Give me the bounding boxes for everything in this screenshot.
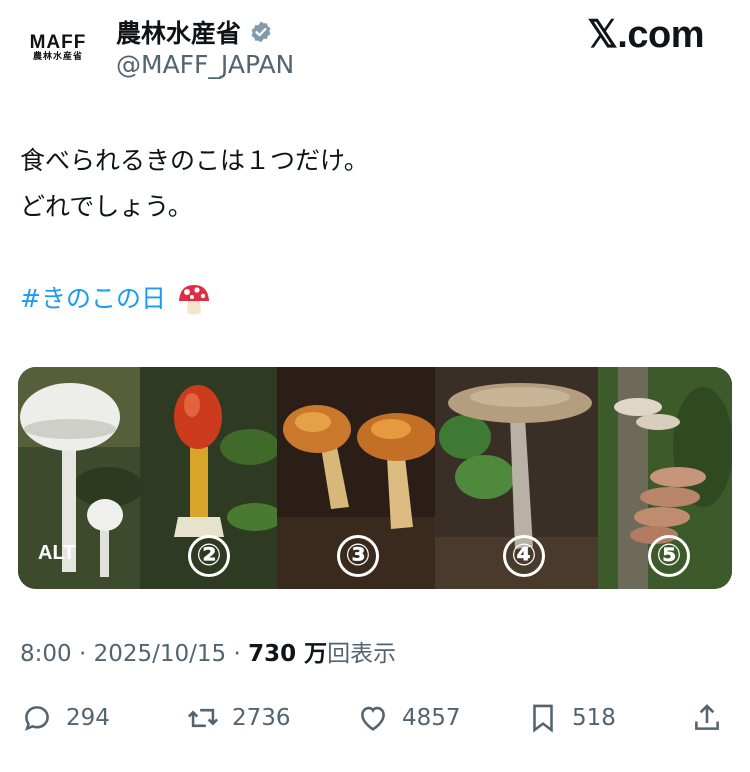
reply-count: 294 — [66, 705, 110, 731]
account-name-label: 農林水産省 — [116, 19, 242, 48]
media-panel-3[interactable]: ③ — [277, 367, 435, 589]
meta-separator: · — [78, 641, 87, 667]
white-mushroom-image — [18, 367, 140, 589]
post-text-line-2: どれでしょう。 — [20, 192, 193, 221]
panel-number-4: ④ — [503, 535, 545, 577]
views-unit: 万 — [304, 641, 328, 667]
media-panel-1[interactable]: ALT — [18, 367, 140, 589]
hashtag-label[interactable]: #きのこの日 — [20, 276, 166, 322]
post-meta: 8:00 · 2025/10/15 · 730 万回表示 — [20, 634, 396, 668]
share-icon — [695, 704, 719, 730]
media-panel-2[interactable]: ② — [140, 367, 277, 589]
post-time[interactable]: 8:00 — [20, 641, 72, 667]
post-media[interactable]: ALT ② ③ ④ ⑤ — [18, 367, 732, 589]
account-name[interactable]: 農林水産省 — [116, 14, 273, 50]
media-panel-4[interactable]: ④ — [435, 367, 598, 589]
like-count: 4857 — [402, 705, 461, 731]
account-handle[interactable]: @MAFF_JAPAN — [116, 50, 294, 79]
mushroom-emoji-icon — [178, 285, 209, 315]
views-label: 回表示 — [327, 641, 397, 667]
post-text: 食べられるきのこは１つだけ。 どれでしょう。 — [20, 138, 720, 230]
post-header: MAFF 農林水産省 農林水産省 @MAFF_JAPAN 𝕏.com — [0, 0, 750, 100]
bookmark-icon — [533, 704, 553, 733]
alt-badge[interactable]: ALT — [38, 542, 75, 565]
like-button[interactable]: 4857 — [356, 690, 461, 746]
maff-logo-subtext: 農林水産省 — [32, 52, 83, 62]
bookmark-button[interactable]: 518 — [526, 690, 616, 746]
share-button[interactable] — [690, 690, 724, 746]
avatar[interactable]: MAFF 農林水産省 — [18, 18, 98, 78]
meta-separator-2: · — [233, 641, 241, 667]
panel-number-2: ② — [188, 535, 230, 577]
views-count: 730 万 — [248, 641, 327, 667]
post-text-line-1: 食べられるきのこは１つだけ。 — [20, 146, 369, 175]
verified-badge-icon — [251, 21, 271, 43]
bookmark-count: 518 — [572, 705, 616, 731]
panel-number-5: ⑤ — [648, 535, 690, 577]
views-number: 730 — [248, 641, 297, 667]
post-date[interactable]: 2025/10/15 — [94, 641, 227, 667]
action-bar: 294 2736 4857 518 — [0, 690, 750, 746]
heart-icon — [361, 706, 385, 731]
repost-button[interactable]: 2736 — [186, 690, 291, 746]
x-logo[interactable]: 𝕏.com — [587, 12, 704, 57]
panel-number-3: ③ — [337, 535, 379, 577]
hashtag-link[interactable]: #きのこの日 — [20, 276, 212, 322]
reply-icon — [25, 706, 49, 731]
media-panel-5[interactable]: ⑤ — [598, 367, 732, 589]
repost-icon — [187, 708, 219, 728]
reply-button[interactable]: 294 — [20, 690, 110, 746]
maff-logo: MAFF — [29, 32, 87, 53]
repost-count: 2736 — [232, 705, 291, 731]
